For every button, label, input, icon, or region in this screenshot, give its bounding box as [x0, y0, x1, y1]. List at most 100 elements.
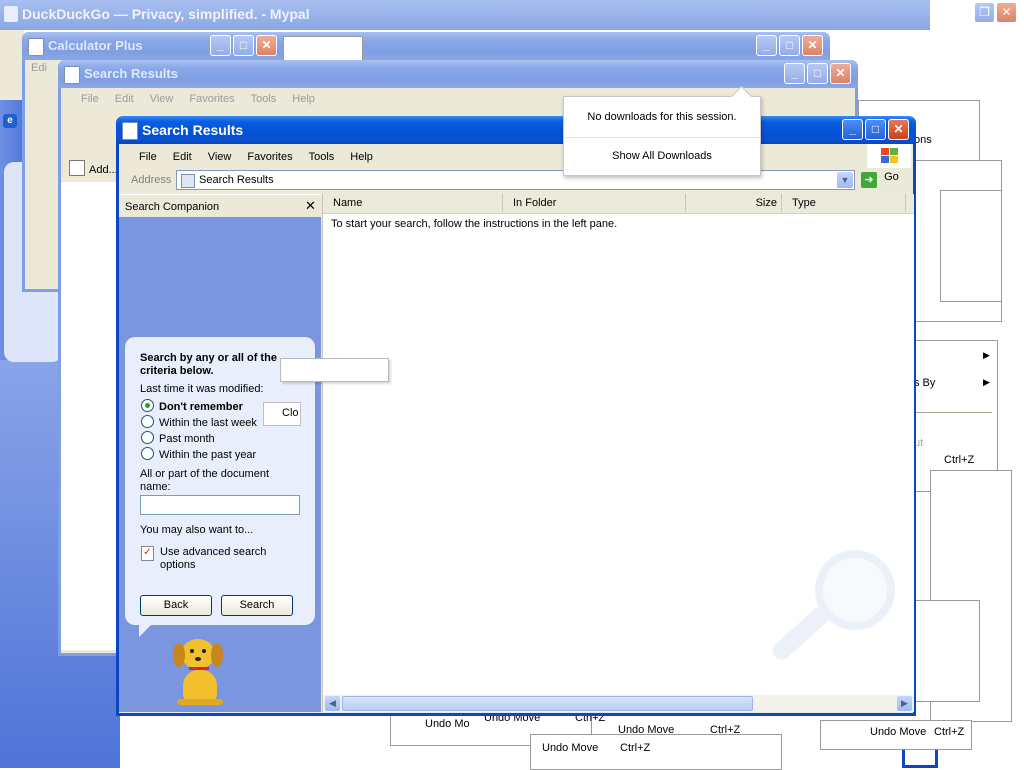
option-dont-remember[interactable]: Don't remember [141, 399, 243, 413]
search-results-back-icon [64, 66, 80, 84]
close-button[interactable]: ✕ [888, 119, 909, 140]
maximize-button[interactable]: □ [779, 35, 800, 56]
maximize-button[interactable]: □ [865, 119, 886, 140]
address-strip [0, 30, 24, 100]
downloads-popup: No downloads for this session. Show All … [563, 85, 761, 176]
column-in-folder[interactable]: In Folder [503, 194, 686, 212]
option-past-month[interactable]: Past month [141, 431, 215, 445]
option-past-year[interactable]: Within the past year [141, 447, 256, 461]
close-fragment-box[interactable]: Clo [263, 402, 301, 426]
search-results-window: Search Results _ □ ✕ File Edit View Favo… [116, 116, 916, 716]
column-header-bar: Name In Folder Size Type [323, 194, 914, 214]
go-button[interactable]: ➜ Go [861, 171, 899, 188]
document-name-input[interactable] [140, 495, 300, 515]
address-dropdown-button[interactable]: ▼ [837, 172, 853, 188]
search-button[interactable]: Search [221, 595, 293, 616]
undo-move-item[interactable]: Undo Mo [425, 718, 470, 730]
minimize-button[interactable]: _ [756, 35, 777, 56]
duckduckgo-title: DuckDuckGo — Privacy, simplified. - Mypa… [22, 6, 310, 22]
balloon-tail [139, 623, 153, 637]
minimize-button[interactable]: _ [210, 35, 231, 56]
menu-edit[interactable]: Edit [165, 151, 200, 163]
stray-tooltip-box [280, 358, 389, 382]
context-submenu-arrow[interactable]: ▶ [983, 350, 990, 361]
duckduckgo-window-controls[interactable]: ❐ ✕ [968, 2, 1024, 24]
results-pane: Name In Folder Size Type To start your s… [322, 194, 914, 712]
main-menu-bar: File Edit View Favorites Tools Help [119, 146, 913, 168]
menu-tools[interactable]: Tools [301, 151, 343, 163]
undo-move-item[interactable]: Undo Move [618, 724, 674, 736]
go-label: Go [884, 171, 899, 183]
close-button[interactable]: ✕ [802, 35, 823, 56]
stacked-dialog [940, 190, 1002, 302]
back-button[interactable]: Back [140, 595, 212, 616]
duckduckgo-window: DuckDuckGo — Privacy, simplified. - Mypa… [0, 0, 930, 30]
calculator-edit-menu[interactable]: Edi [31, 62, 47, 74]
scroll-left-arrow-icon[interactable]: ◀ [325, 696, 340, 711]
close-button[interactable]: ✕ [996, 2, 1017, 23]
option-label: Don't remember [159, 401, 243, 413]
advanced-search-label: Use advanced search options [160, 546, 267, 571]
scroll-thumb[interactable] [342, 696, 753, 711]
minimize-button[interactable]: _ [842, 119, 863, 140]
search-results-back-title: Search Results [84, 66, 178, 81]
popup-separator [564, 137, 760, 138]
search-results-back-title-bar[interactable]: Search Results _ □ ✕ [58, 60, 858, 88]
minimize-button[interactable]: _ [784, 63, 805, 84]
menu-help[interactable]: Help [342, 151, 381, 163]
results-message: To start your search, follow the instruc… [331, 218, 618, 230]
column-name[interactable]: Name [323, 194, 503, 212]
calculator-icon [28, 38, 44, 56]
close-button[interactable]: ✕ [830, 63, 851, 84]
menu-view[interactable]: View [200, 151, 240, 163]
radio-icon [141, 447, 154, 460]
maximize-button[interactable]: □ [807, 63, 828, 84]
search-companion-pane: Search by any or all of the criteria bel… [119, 217, 321, 712]
ctrl-z-shortcut: Ctrl+Z [710, 724, 741, 736]
menu-file[interactable]: File [119, 151, 165, 163]
companion-close-icon[interactable]: ✕ [305, 198, 316, 214]
close-fragment-label: Clo [282, 407, 299, 419]
bottom-menu-stack: Undo Mo Undo Move Ctrl+Z Undo Move Ctrl+… [290, 712, 980, 770]
horizontal-scrollbar[interactable]: ◀ ▶ [323, 695, 914, 712]
go-arrow-icon: ➜ [861, 172, 877, 188]
scroll-right-arrow-icon[interactable]: ▶ [897, 696, 912, 711]
menu-favorites[interactable]: Favorites [239, 151, 300, 163]
calculator-title-bar[interactable]: Calculator Plus _ □ ✕ _ □ ✕ [22, 32, 830, 60]
search-heading: Search by any or all of the criteria bel… [140, 352, 277, 377]
close-button[interactable]: ✕ [256, 35, 277, 56]
radio-icon [141, 415, 154, 428]
menu-view[interactable]: View [142, 93, 182, 105]
column-type[interactable]: Type [782, 194, 906, 212]
companion-title: Search Companion [125, 201, 220, 213]
option-last-week[interactable]: Within the last week [141, 415, 257, 429]
add-button[interactable]: Add... [69, 160, 118, 176]
menu-favorites[interactable]: Favorites [181, 93, 242, 105]
column-size[interactable]: Size [686, 194, 782, 212]
folder-search-icon [181, 174, 195, 188]
modified-label: Last time it was modified: [140, 383, 264, 395]
address-label: Address [131, 174, 172, 186]
context-submenu-arrow[interactable]: ▶ [983, 377, 990, 388]
calculator-white-box [283, 36, 363, 62]
duckduckgo-icon [4, 6, 18, 22]
menu-help[interactable]: Help [284, 93, 323, 105]
sort-by-fragment[interactable]: s By [914, 377, 935, 389]
undo-move-item[interactable]: Undo Move [870, 726, 926, 738]
rover-dog-icon [169, 637, 229, 709]
search-results-title-bar[interactable]: Search Results _ □ ✕ [116, 116, 916, 144]
menu-separator [914, 412, 992, 413]
address-value: Search Results [199, 174, 274, 186]
restore-button[interactable]: ❐ [974, 2, 995, 23]
menu-tools[interactable]: Tools [243, 93, 285, 105]
search-results-icon [122, 122, 138, 140]
menu-file[interactable]: File [61, 93, 107, 105]
also-label: You may also want to... [140, 524, 254, 536]
menu-edit[interactable]: Edit [107, 93, 142, 105]
maximize-button[interactable]: □ [233, 35, 254, 56]
advanced-search-icon: ✓ [141, 546, 154, 561]
show-all-downloads-button[interactable]: Show All Downloads [564, 150, 760, 162]
calculator-title: Calculator Plus [48, 38, 143, 53]
undo-move-item[interactable]: Undo Move [542, 742, 598, 754]
ctrl-z-shortcut: Ctrl+Z [934, 726, 965, 738]
